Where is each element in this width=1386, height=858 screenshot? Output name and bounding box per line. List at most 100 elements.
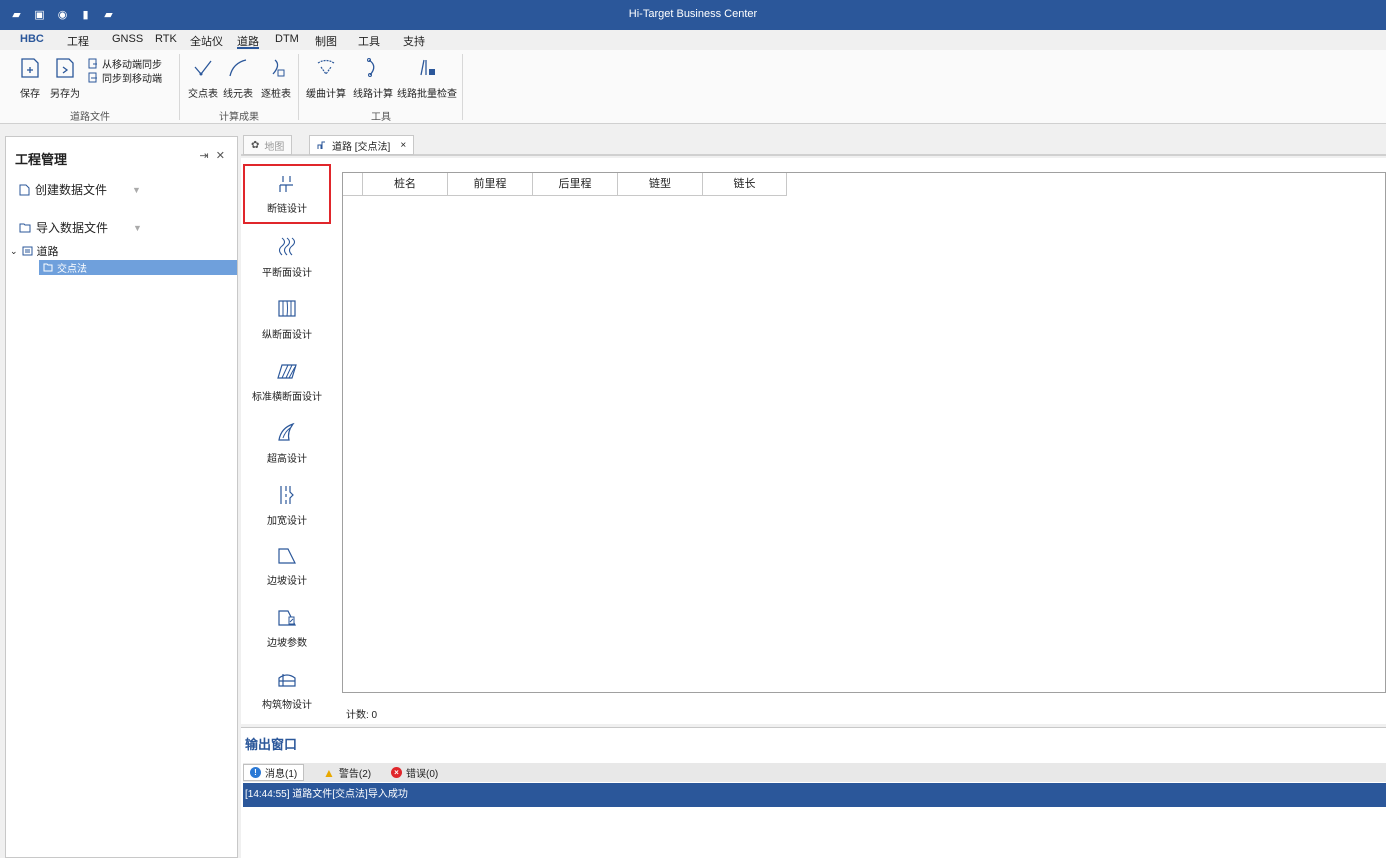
group-label-results: 计算成果 [219,112,259,123]
pin-icon[interactable]: ⇥ [200,150,209,162]
transition-curve-button[interactable]: 缓曲计算 [304,57,348,100]
open-folder-icon [19,223,31,233]
column-header-chain-length[interactable]: 链长 [703,173,787,196]
tab-messages[interactable]: ! 消息(1) [243,764,305,781]
tab-map[interactable]: ✿ 地图 [243,135,293,155]
route-calc-button[interactable]: 线路计算 [351,57,395,100]
slope-design-button[interactable]: 边坡设计 [243,546,331,587]
tab-total-station[interactable]: 全站仪 [190,33,223,49]
station-table-button[interactable]: 逐桩表 [259,57,293,100]
output-tabs: ! 消息(1) ▲ 警告(2) × 错误(0) [243,763,1386,782]
structure-design-icon [278,674,296,687]
sync-from-mobile-label: 从移动端同步 [102,60,162,71]
structure-design-label: 构筑物设计 [262,700,312,711]
new-file-icon [19,184,30,195]
tab-tools[interactable]: 工具 [358,33,380,49]
slope-design-icon [278,548,296,564]
chain-break-table[interactable]: 桩名 前里程 后里程 链型 链长 [342,172,1386,693]
save-button[interactable]: 保存 [16,57,44,100]
output-message-row[interactable]: [14:44:55] 道路文件[交点法]导入成功 [243,783,1386,807]
superelevation-design-button[interactable]: 超高设计 [243,422,331,465]
gear-icon: ✿ [251,139,260,151]
widening-design-button[interactable]: 加宽设计 [243,484,331,527]
station-table-icon [272,59,285,77]
output-title: 输出窗口 [245,737,298,752]
slope-design-label: 边坡设计 [267,576,307,587]
batch-check-button[interactable]: 线路批量检查 [397,57,457,100]
intersection-table-button[interactable]: 交点表 [187,57,219,100]
cross-section-icon [277,364,297,379]
tree-item-intersection-label: 交点法 [57,264,87,275]
tab-drawing[interactable]: 制图 [315,33,337,49]
road-folder-icon [22,246,33,256]
row-header-cell [343,173,363,196]
chevron-down-icon[interactable]: ▼ [133,223,142,233]
chain-break-label: 断链设计 [267,204,307,215]
road-icon [317,141,325,149]
save-label: 保存 [20,89,40,100]
tree-item-road[interactable]: ⌄ 道路 [10,243,59,259]
tree-item-road-label: 道路 [36,246,59,258]
document-tabs: ✿ 地图 道路 [交点法] × [241,135,1386,156]
element-table-label: 线元表 [223,89,253,100]
import-data-file-label: 导入数据文件 [36,221,109,235]
tab-road-intersection[interactable]: 道路 [交点法] × [309,135,415,155]
superelevation-label: 超高设计 [267,454,307,465]
slope-parameters-button[interactable]: 边坡参数 [243,608,331,649]
column-header-station-name[interactable]: 桩名 [363,173,448,196]
output-window: 输出窗口 ! 消息(1) ▲ 警告(2) × 错误(0) [14:44:55] … [241,727,1386,858]
route-calc-icon [367,58,375,77]
create-data-file-label: 创建数据文件 [35,183,108,197]
sync-to-mobile-icon [88,72,97,83]
save-as-label: 另存为 [50,89,80,100]
column-header-chain-type[interactable]: 链型 [618,173,703,196]
element-table-button[interactable]: 线元表 [222,57,254,100]
table-header: 桩名 前里程 后里程 链型 链长 [343,173,787,196]
error-icon: × [391,767,402,778]
chain-break-icon [279,176,293,192]
cross-section-design-button[interactable]: 标准横断面设计 [243,360,331,403]
close-icon[interactable]: × [400,140,406,151]
create-data-file-button[interactable]: 创建数据文件 ▼ [19,181,141,198]
chain-break-design-button[interactable]: 断链设计 [243,164,331,224]
tab-messages-label: 消息(1) [265,769,298,780]
horizontal-design-icon [278,237,296,256]
sync-to-mobile-button[interactable]: 同步到移动端 [88,70,162,85]
panel-title: 工程管理 [15,152,68,167]
sync-to-mobile-label: 同步到移动端 [102,74,162,85]
tab-project[interactable]: 工程 [67,33,89,49]
group-label-tools: 工具 [371,112,391,123]
horizontal-design-label: 平断面设计 [262,268,312,279]
tab-hbc[interactable]: HBC [20,33,44,49]
tab-support[interactable]: 支持 [403,33,425,49]
save-as-button[interactable]: 另存为 [49,57,81,100]
tab-errors[interactable]: × 错误(0) [385,764,444,781]
vertical-design-button[interactable]: 纵断面设计 [243,298,331,341]
column-header-back-mileage[interactable]: 后里程 [533,173,618,196]
sync-from-mobile-icon [88,58,97,69]
tab-dtm[interactable]: DTM [275,33,299,49]
window-title: Hi-Target Business Center [628,8,758,20]
close-icon[interactable]: ✕ [216,150,225,162]
expand-chevron-icon[interactable]: ⌄ [10,246,18,257]
slope-parameters-icon [278,610,296,626]
record-count: 计数: 0 [346,710,378,721]
tree-item-intersection-method[interactable]: 交点法 [39,260,237,275]
station-table-label: 逐桩表 [261,89,291,100]
tab-gnss[interactable]: GNSS [112,33,143,49]
widening-label: 加宽设计 [267,516,307,527]
chevron-down-icon[interactable]: ▼ [132,185,141,195]
import-data-file-button[interactable]: 导入数据文件 ▼ [19,219,142,236]
road-design-area: 断链设计 平断面设计 纵断面设计 标准横断面设计 超高设计 加宽设计 边坡设计 … [241,158,1386,724]
tab-rtk[interactable]: RTK [155,33,177,49]
sync-from-mobile-button[interactable]: 从移动端同步 [88,56,162,71]
column-header-front-mileage[interactable]: 前里程 [448,173,533,196]
tab-errors-label: 错误(0) [406,769,439,780]
tab-warnings[interactable]: ▲ 警告(2) [317,764,377,781]
title-bar: ▰ ▣ ◉ ▮ ▰ Hi-Target Business Center [0,0,1386,30]
structure-design-button[interactable]: 构筑物设计 [243,670,331,711]
tab-road[interactable]: 道路 [237,33,259,49]
horizontal-design-button[interactable]: 平断面设计 [243,236,331,279]
slope-parameters-label: 边坡参数 [267,638,307,649]
group-label-road-file: 道路文件 [70,112,110,123]
